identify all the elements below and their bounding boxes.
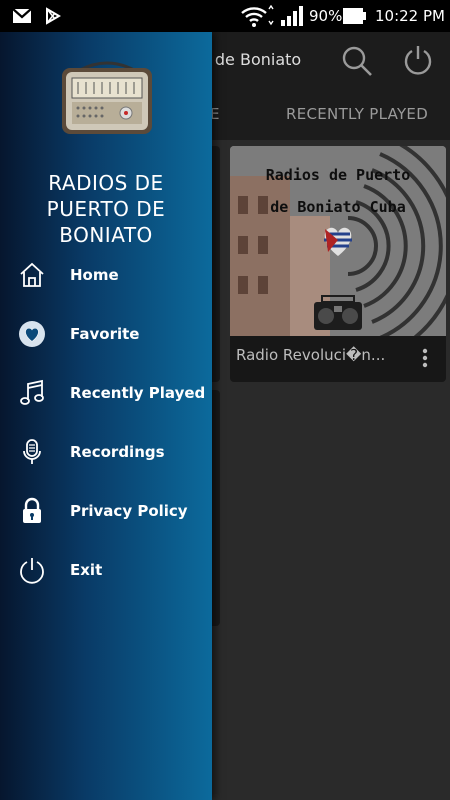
gmail-icon [12,0,32,32]
station-card[interactable]: Radios de Puerto de Boniato Cuba Radio R… [230,146,446,382]
menu-label-recordings: Recordings [70,443,165,461]
search-icon[interactable] [340,44,374,82]
app-title: o de Boniato [200,50,302,69]
radio-logo [60,56,154,142]
status-bar: 90% 10:22 PM [0,0,450,32]
microphone-icon [18,438,46,466]
drawer-title-line-2: PUERTO DE [46,197,166,221]
home-icon [18,261,46,289]
power-icon [18,556,46,584]
music-note-icon [18,379,46,407]
battery-icon [342,0,368,32]
menu-label-home: Home [70,266,119,284]
menu-item-privacy-policy[interactable]: Privacy Policy [0,483,212,539]
lock-icon [18,497,46,525]
station-name: Radio Revoluci�n... [236,346,386,364]
play-store-icon [44,0,62,32]
menu-label-recently-played: Recently Played [70,384,206,402]
screen: 90% 10:22 PM o de Boniato E RECENTLY PLA… [0,0,450,800]
menu-item-favorite[interactable]: Favorite [0,306,212,362]
menu-item-recordings[interactable]: Recordings [0,424,212,480]
tab-recently-played[interactable]: RECENTLY PLAYED [286,88,428,140]
menu-label-favorite: Favorite [70,325,140,343]
drawer-title-line-3: BONIATO [59,223,153,247]
drawer-title-line-1: RADIOS DE [48,171,164,195]
drawer-title: RADIOS DE PUERTO DE BONIATO [0,170,212,248]
signal-icon [280,0,304,32]
menu-item-home[interactable]: Home [0,247,212,303]
wifi-icon [240,0,274,32]
menu-item-exit[interactable]: Exit [0,542,212,598]
battery-text: 90% [309,7,343,25]
power-button[interactable] [402,44,434,80]
menu-item-recently-played[interactable]: Recently Played [0,365,212,421]
navigation-drawer: RADIOS DE PUERTO DE BONIATO Home Favorit… [0,32,212,800]
menu-label-privacy-policy: Privacy Policy [70,502,188,520]
more-vert-icon[interactable] [420,348,430,368]
menu-label-exit: Exit [70,561,103,579]
station-artwork: Radios de Puerto de Boniato Cuba [230,146,446,336]
clock: 10:22 PM [375,7,445,25]
heart-icon [18,320,46,348]
